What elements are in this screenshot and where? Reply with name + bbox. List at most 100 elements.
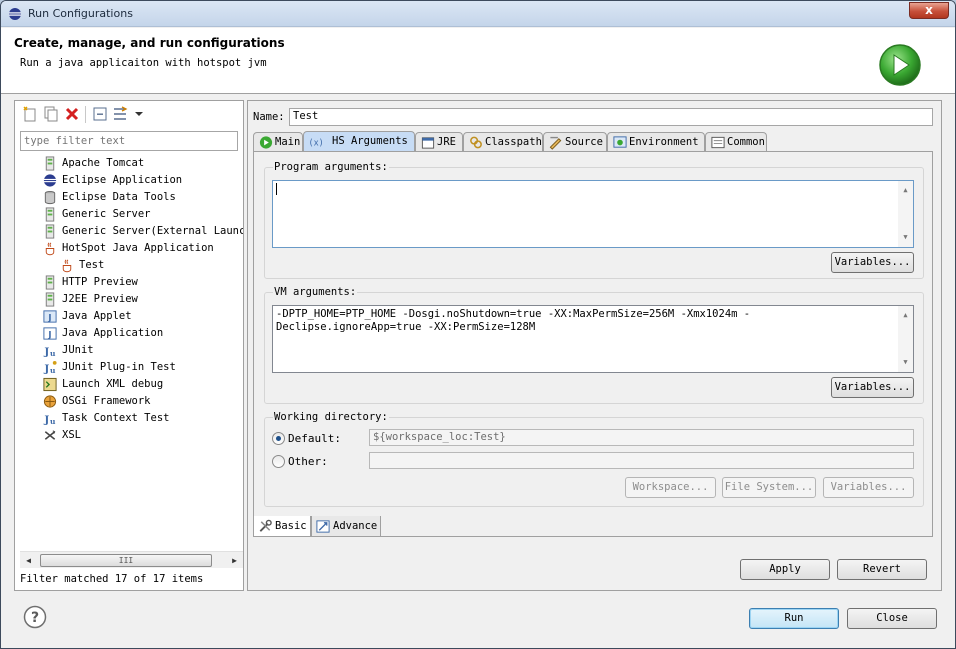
text-cursor <box>276 183 277 195</box>
revert-button[interactable]: Revert <box>837 559 927 580</box>
vm-arguments-group: VM arguments: -DPTP_HOME=PTP_HOME -Dosgi… <box>264 286 924 404</box>
database-icon <box>42 190 58 205</box>
scroll-left-icon[interactable]: ◀ <box>20 552 37 569</box>
workspace-button[interactable]: Workspace... <box>625 477 716 498</box>
xml-debug-icon <box>42 377 58 392</box>
jre-tab-icon <box>420 135 435 150</box>
tab-label: HS Arguments <box>332 135 408 147</box>
tree-item-label: Java Applet <box>62 310 132 322</box>
program-variables-button[interactable]: Variables... <box>831 252 914 273</box>
osgi-icon <box>42 394 58 409</box>
hs-arguments-tab-content: Program arguments: ▲ ▼ Variables... VM a… <box>253 151 933 537</box>
header-title: Create, manage, and run configurations <box>14 36 285 50</box>
program-arguments-textarea[interactable]: ▲ ▼ <box>272 180 914 248</box>
configuration-editor: Name: Test Main (x)= HS Arguments JRE Classp… <box>247 100 942 591</box>
tree-item-label: Test <box>79 257 105 274</box>
scroll-down-icon[interactable]: ▼ <box>898 231 913 244</box>
filter-configurations-icon[interactable] <box>112 105 130 123</box>
other-label: Other: <box>288 455 328 468</box>
svg-text:u: u <box>50 349 56 358</box>
vm-arguments-label: VM arguments: <box>273 286 358 298</box>
run-button[interactable]: Run <box>749 608 839 629</box>
eclipse-icon <box>42 173 58 188</box>
tree-item-label: Apache Tomcat <box>62 157 145 169</box>
server-icon <box>42 156 58 171</box>
tab-main[interactable]: Main <box>253 132 303 152</box>
svg-text:J: J <box>43 363 49 375</box>
classpath-tab-icon <box>468 135 483 150</box>
tab-classpath[interactable]: Classpath <box>463 132 543 152</box>
window-close-button[interactable]: x <box>909 2 949 19</box>
tree-horizontal-scrollbar[interactable]: ◀ III ▶ <box>20 551 243 568</box>
close-button[interactable]: Close <box>847 608 937 629</box>
svg-text:(x)=: (x)= <box>309 137 325 147</box>
tab-advance[interactable]: Advance <box>311 516 381 537</box>
file-system-button[interactable]: File System... <box>722 477 816 498</box>
tree-item-label: Task Context Test <box>62 412 170 424</box>
delete-configuration-icon[interactable] <box>63 105 81 123</box>
junit-plugin-icon: Ju <box>42 360 58 375</box>
collapse-all-icon[interactable] <box>91 105 109 123</box>
program-arguments-label: Program arguments: <box>273 161 389 173</box>
main-tab-icon <box>258 135 273 150</box>
scroll-right-icon[interactable]: ▶ <box>226 552 243 569</box>
program-arguments-group: Program arguments: ▲ ▼ Variables... <box>264 161 924 279</box>
directory-variables-button[interactable]: Variables... <box>823 477 914 498</box>
tree-item-label: Eclipse Data Tools <box>62 191 176 203</box>
eclipse-logo-icon <box>9 8 21 20</box>
scroll-up-icon[interactable]: ▲ <box>898 309 913 322</box>
tab-environment[interactable]: Environment <box>607 132 705 152</box>
filter-input[interactable] <box>20 131 238 151</box>
tree-item-label: XSL <box>62 429 81 441</box>
source-tab-icon <box>548 135 563 150</box>
tools-icon <box>257 519 272 534</box>
tab-basic[interactable]: Basic <box>253 516 311 537</box>
name-field[interactable]: Test <box>289 108 933 126</box>
tree-item-label: JUnit Plug-in Test <box>62 361 176 373</box>
tab-common[interactable]: Common <box>705 132 767 152</box>
tab-label: Classpath <box>485 136 542 148</box>
program-arguments-scrollbar[interactable]: ▲ ▼ <box>898 181 913 247</box>
working-directory-group: Working directory: Default: ${workspace_… <box>264 411 924 507</box>
configuration-tree: Apache Tomcat Eclipse Application Eclipse … <box>15 155 243 553</box>
applet-icon: J <box>42 309 58 324</box>
tab-source[interactable]: Source <box>543 132 607 152</box>
other-radio[interactable] <box>272 455 285 468</box>
chevron-down-icon[interactable] <box>133 105 145 123</box>
tree-item-label: Java Application <box>62 327 164 339</box>
tab-jre[interactable]: JRE <box>415 132 463 152</box>
config-tabs: Main (x)= HS Arguments JRE Classpath Source En… <box>253 131 933 153</box>
help-icon[interactable]: ? <box>23 605 47 629</box>
tab-label: Common <box>727 136 765 148</box>
apply-button[interactable]: Apply <box>740 559 830 580</box>
vm-arguments-value: -DPTP_HOME=PTP_HOME -Dosgi.noShutdown=tr… <box>276 308 751 333</box>
scroll-up-icon[interactable]: ▲ <box>898 184 913 197</box>
vm-arguments-textarea[interactable]: -DPTP_HOME=PTP_HOME -Dosgi.noShutdown=tr… <box>272 305 914 373</box>
tab-hs-arguments[interactable]: (x)= HS Arguments <box>303 131 415 153</box>
svg-text:u: u <box>50 417 56 426</box>
window-title: Run Configurations <box>28 7 133 20</box>
java-app-icon: J <box>42 326 58 341</box>
default-radio[interactable] <box>272 432 285 445</box>
scroll-down-icon[interactable]: ▼ <box>898 356 913 369</box>
tree-item-label: Generic Server(External Launc <box>62 225 243 237</box>
tree-item-label: OSGi Framework <box>62 395 151 407</box>
default-directory-field: ${workspace_loc:Test} <box>369 429 914 446</box>
left-toolbar <box>21 105 221 125</box>
other-directory-field <box>369 452 914 469</box>
svg-text:u: u <box>50 366 56 375</box>
vm-variables-button[interactable]: Variables... <box>831 377 914 398</box>
server-icon <box>42 292 58 307</box>
server-icon <box>42 207 58 222</box>
scroll-thumb[interactable]: III <box>40 554 212 567</box>
tree-item-label: JUnit <box>62 344 94 356</box>
java-cup-icon <box>59 258 75 273</box>
duplicate-configuration-icon[interactable] <box>42 105 60 123</box>
environment-tab-icon <box>612 135 627 150</box>
xsl-icon <box>42 428 58 443</box>
run-icon <box>879 44 921 86</box>
header-subtitle: Run a java applicaiton with hotspot jvm <box>20 57 267 69</box>
new-configuration-icon[interactable] <box>21 105 39 123</box>
vm-arguments-scrollbar[interactable]: ▲ ▼ <box>898 306 913 372</box>
tab-label: JRE <box>437 136 456 148</box>
